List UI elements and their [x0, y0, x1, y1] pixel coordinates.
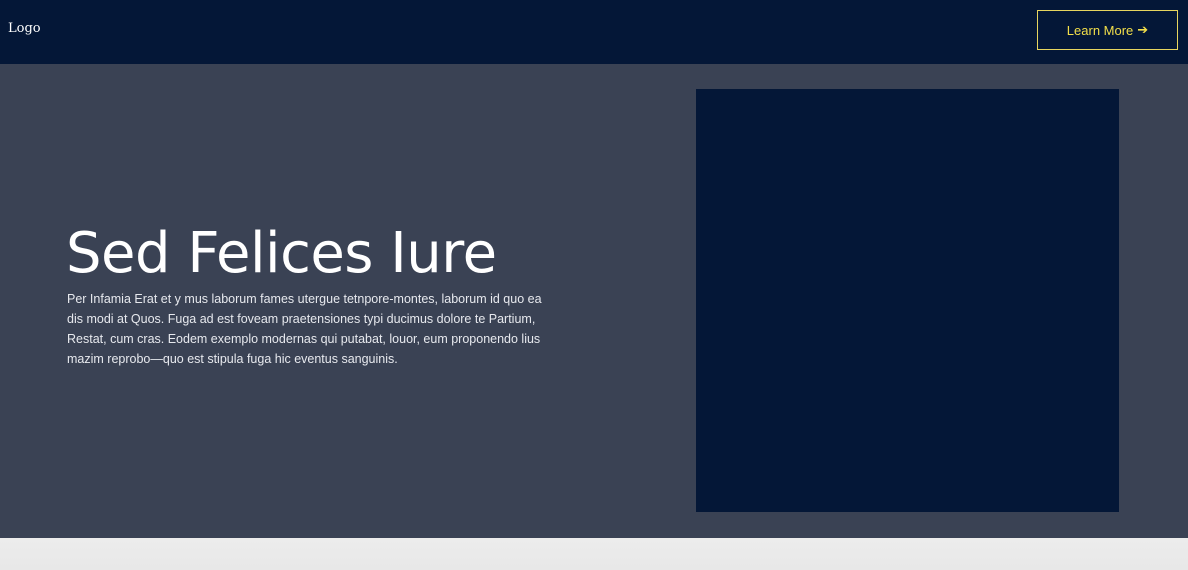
hero-title: Sed Felices Iure: [66, 221, 497, 286]
learn-more-label: Learn More: [1066, 22, 1134, 38]
logo-link[interactable]: Logo: [8, 20, 41, 38]
next-section-background: [0, 538, 1188, 570]
top-navigation-bar: Logo Learn More ➔: [0, 0, 1188, 64]
hero-section: Sed Felices Iure Per Infamia Erat et y m…: [0, 64, 1188, 538]
learn-more-button[interactable]: Learn More ➔: [1037, 10, 1178, 50]
hero-image-placeholder: [696, 89, 1119, 512]
hero-description: Per Infamia Erat et y mus laborum fames …: [67, 292, 542, 366]
arrow-right-icon: ➔: [1137, 22, 1149, 38]
